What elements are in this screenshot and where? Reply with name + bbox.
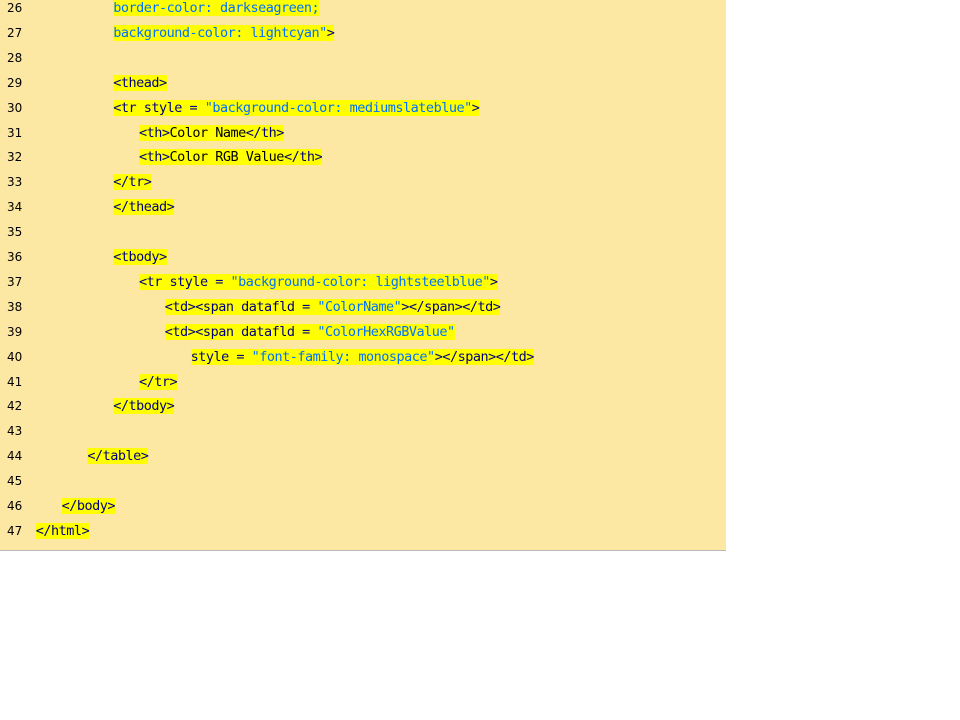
line-number: 45 <box>7 474 23 489</box>
code-line: 34 </thead> <box>0 195 726 219</box>
code-text: <tr style = "background-color: lightstee… <box>139 270 498 294</box>
code-string: background-color: lightcyan" <box>113 24 327 41</box>
code-markup: style = <box>190 348 252 365</box>
code-text: </table> <box>87 444 149 468</box>
code-line: 37 <tr style = "background-color: lightst… <box>0 270 726 294</box>
line-number: 27 <box>7 25 23 40</box>
code-line: 31 <th>Color Name</th> <box>0 121 726 145</box>
code-line: 38 <td><span datafld = "ColorName"></span… <box>0 295 726 319</box>
code-line: 47 </html> <box>0 519 726 543</box>
code-text: <td><span datafld = "ColorHexRGBValue" <box>164 320 455 344</box>
code-markup: </html> <box>35 522 90 539</box>
line-number: 47 <box>7 523 23 538</box>
code-text-content: Color Name <box>169 124 246 141</box>
code-line: 28 <box>0 46 726 70</box>
code-text-content: Color RGB Value <box>169 149 284 166</box>
line-number: 46 <box>7 499 23 513</box>
code-line: 44 </table> <box>0 444 726 468</box>
line-number: 42 <box>7 399 23 414</box>
code-text: <td><span datafld = "ColorName"></span><… <box>164 295 501 319</box>
code-line: 39 <td><span datafld = "ColorHexRGBValue" <box>0 320 726 344</box>
code-line: 30 <tr style = "background-color: mediums… <box>0 96 726 120</box>
line-number: 36 <box>7 250 23 264</box>
code-string: "background-color: lightsteelblue" <box>230 273 490 290</box>
code-string: "font-family: monospace" <box>251 348 435 365</box>
line-number: 34 <box>7 200 23 215</box>
code-markup: <td><span datafld = <box>164 298 318 315</box>
code-line: 41 </tr> <box>0 370 726 394</box>
code-markup: <td><span datafld = <box>164 323 318 340</box>
line-number: 32 <box>7 150 23 165</box>
code-line: 45 <box>0 469 726 493</box>
line-number: 41 <box>7 374 23 389</box>
line-number: 38 <box>7 299 23 314</box>
line-number: 29 <box>7 75 23 90</box>
code-markup: ></span></td> <box>434 348 534 365</box>
code-markup: > <box>471 99 480 116</box>
line-number: 35 <box>7 225 23 240</box>
code-markup: <th> <box>139 124 170 141</box>
code-line: 43 <box>0 419 726 443</box>
code-markup: ></span></td> <box>401 298 501 315</box>
code-markup: </tr> <box>113 174 152 191</box>
code-markup: > <box>489 273 498 290</box>
code-markup: </thead> <box>113 199 175 216</box>
code-text: </tbody> <box>113 394 175 418</box>
code-line: 36 <tbody> <box>0 245 726 269</box>
code-text: background-color: lightcyan"> <box>113 21 335 45</box>
code-text: </tr> <box>139 370 178 394</box>
code-markup: </tr> <box>139 373 178 390</box>
code-line: 26 border-color: darkseagreen; <box>0 0 726 20</box>
code-text: </html> <box>35 519 90 543</box>
code-markup: </tbody> <box>113 398 175 415</box>
code-line: 27 background-color: lightcyan"> <box>0 21 726 45</box>
line-number: 28 <box>7 50 23 65</box>
code-markup: </body> <box>61 498 116 514</box>
code-text: </thead> <box>113 195 175 219</box>
code-text: border-color: darkseagreen; <box>113 0 320 20</box>
code-line: 32 <th>Color RGB Value</th> <box>0 145 726 169</box>
code-text: <th>Color Name</th> <box>139 121 284 145</box>
line-number: 33 <box>7 175 23 190</box>
code-line: 46 </body> <box>0 494 726 518</box>
code-markup: </table> <box>87 448 149 465</box>
line-number: 31 <box>7 125 23 140</box>
line-number: 30 <box>7 100 23 115</box>
code-text: style = "font-family: monospace"></span>… <box>190 345 534 369</box>
code-markup: <tbody> <box>113 249 167 265</box>
code-markup: > <box>326 24 335 41</box>
code-line: 42 </tbody> <box>0 394 726 418</box>
code-text: </tr> <box>113 170 152 194</box>
code-text: <thead> <box>113 71 167 95</box>
code-line: 40 style = "font-family: monospace"></spa… <box>0 345 726 369</box>
code-markup: </th> <box>283 149 323 166</box>
code-string: "ColorName" <box>317 298 402 315</box>
code-line: 29 <thead> <box>0 71 726 95</box>
code-text: </body> <box>61 494 116 518</box>
line-number: 43 <box>7 424 23 439</box>
code-markup: </th> <box>245 124 284 141</box>
code-string: "ColorHexRGBValue" <box>317 323 455 340</box>
code-markup: <tr style = <box>139 273 231 290</box>
line-number: 37 <box>7 274 23 289</box>
line-number: 44 <box>7 449 23 464</box>
code-text: <tr style = "background-color: mediumsla… <box>113 96 480 120</box>
code-text: <tbody> <box>113 245 167 269</box>
code-line: 35 <box>0 220 726 244</box>
code-string: border-color: darkseagreen; <box>113 0 320 16</box>
code-string: "background-color: mediumslateblue" <box>204 99 472 116</box>
code-markup: <tr style = <box>113 99 205 116</box>
line-number: 26 <box>7 1 23 15</box>
line-number: 40 <box>7 349 23 364</box>
code-text: <th>Color RGB Value</th> <box>139 145 323 169</box>
line-number: 39 <box>7 324 23 339</box>
code-markup: <thead> <box>113 74 167 91</box>
code-listing-panel: 26 border-color: darkseagreen; 27 backgroun… <box>0 0 726 551</box>
code-line: 33 </tr> <box>0 170 726 194</box>
code-markup: <th> <box>139 149 170 166</box>
